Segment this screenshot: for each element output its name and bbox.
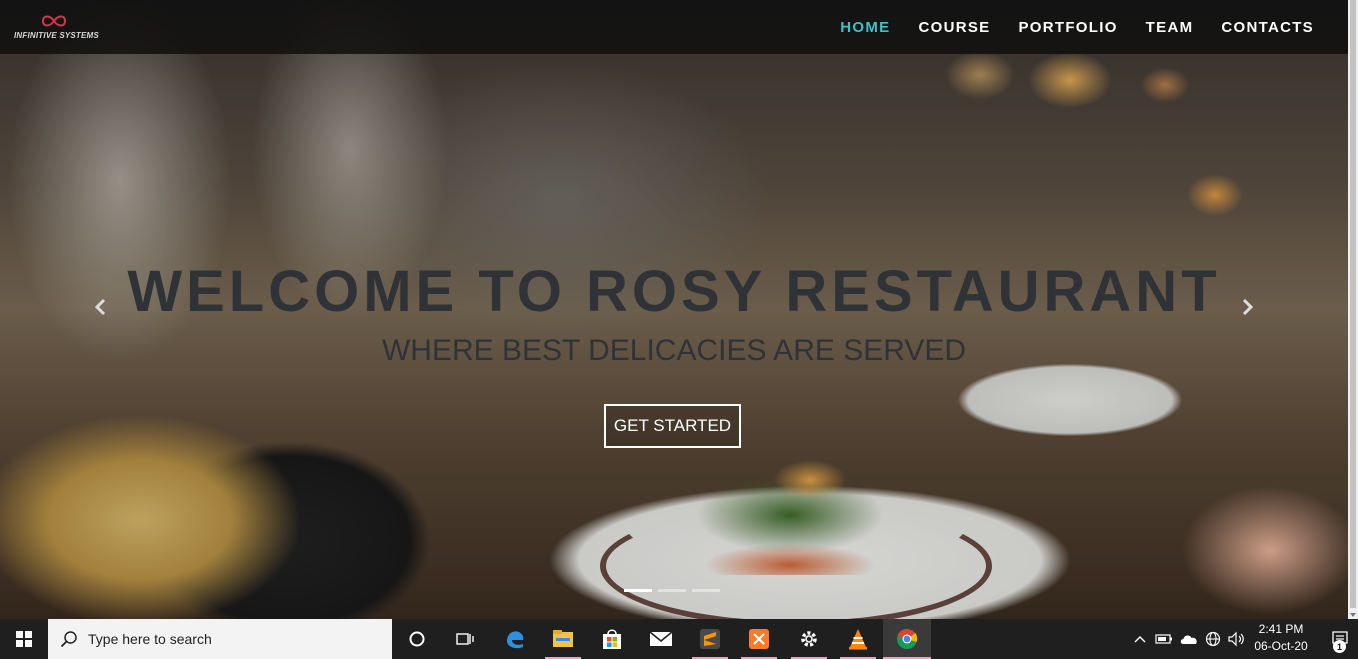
carousel-indicators [624, 589, 720, 592]
taskbar-clock[interactable]: 2:41 PM 06-Oct-20 [1250, 621, 1312, 655]
task-view-icon [456, 633, 474, 645]
chevron-right-icon [1242, 298, 1254, 316]
store-button[interactable] [588, 619, 636, 659]
battery-status[interactable] [1153, 619, 1175, 659]
brand-logo[interactable]: INFINITIVE SYSTEMS [14, 14, 114, 42]
vlc-icon [849, 629, 867, 650]
settings-gear-icon [801, 631, 817, 647]
get-started-button[interactable]: GET STARTED [604, 404, 741, 448]
clock-time: 2:41 PM [1258, 622, 1304, 636]
volume-status[interactable] [1225, 619, 1247, 659]
chevron-up-icon [1134, 636, 1146, 643]
hero-subtitle: WHERE BEST DELICACIES ARE SERVED [381, 334, 967, 367]
network-status[interactable] [1202, 619, 1224, 659]
sublime-text-icon [700, 629, 720, 649]
brand-name: INFINITIVE SYSTEMS [14, 31, 99, 40]
carousel-indicator[interactable] [624, 589, 652, 592]
carousel-next-button[interactable] [1238, 298, 1256, 316]
mail-button[interactable] [637, 619, 685, 659]
hero-title: WELCOME TO ROSY RESTAURANT [127, 259, 1221, 324]
start-button[interactable] [0, 619, 48, 659]
task-view-button[interactable] [441, 619, 489, 659]
battery-icon [1155, 634, 1172, 644]
vlc-button[interactable] [834, 619, 882, 659]
cortana-button[interactable] [393, 619, 441, 659]
show-hidden-icons-button[interactable] [1131, 619, 1149, 659]
xampp-icon [749, 629, 769, 649]
chrome-icon [897, 629, 918, 649]
network-globe-icon [1205, 631, 1221, 647]
action-center-button[interactable] [1322, 619, 1358, 659]
carousel-indicator[interactable] [692, 589, 720, 592]
scrollbar-thumb[interactable] [1350, 0, 1356, 608]
site-header: INFINITIVE SYSTEMS HOME COURSE PORTFOLIO… [0, 0, 1348, 54]
taskbar-search-box[interactable]: Type here to search [48, 619, 392, 659]
settings-button[interactable] [785, 619, 833, 659]
store-icon [603, 629, 621, 649]
page-scrollbar[interactable] [1348, 0, 1358, 619]
file-explorer-button[interactable] [539, 619, 587, 659]
search-icon [60, 631, 77, 648]
nav-course[interactable]: COURSE [918, 19, 990, 36]
notification-count-badge: 1 [1333, 640, 1346, 653]
mail-icon [649, 631, 673, 646]
infinity-logo-icon [41, 15, 67, 27]
chrome-button[interactable] [883, 619, 931, 659]
sublime-text-button[interactable] [686, 619, 734, 659]
cortana-icon [409, 631, 425, 647]
nav-portfolio[interactable]: PORTFOLIO [1018, 19, 1117, 36]
volume-icon [1228, 631, 1244, 647]
nav-team[interactable]: TEAM [1146, 19, 1194, 36]
onedrive-icon [1180, 635, 1197, 644]
windows-taskbar: Type here to search 2:41 PM 06-Oct-20 1 [0, 619, 1358, 659]
search-placeholder: Type here to search [88, 631, 212, 647]
scroll-down-arrow-icon[interactable] [1350, 613, 1356, 617]
chevron-left-icon [94, 298, 106, 316]
windows-logo-icon [16, 631, 32, 647]
carousel-indicator[interactable] [658, 589, 686, 592]
nav-home[interactable]: HOME [840, 19, 890, 36]
xampp-button[interactable] [735, 619, 783, 659]
main-nav: HOME COURSE PORTFOLIO TEAM CONTACTS [812, 0, 1314, 54]
onedrive-status[interactable] [1177, 619, 1201, 659]
edge-icon [507, 631, 524, 649]
nav-contacts[interactable]: CONTACTS [1221, 19, 1314, 36]
edge-button[interactable] [491, 619, 539, 659]
clock-date: 06-Oct-20 [1254, 639, 1308, 653]
carousel-prev-button[interactable] [92, 298, 110, 316]
file-explorer-icon [553, 630, 573, 647]
